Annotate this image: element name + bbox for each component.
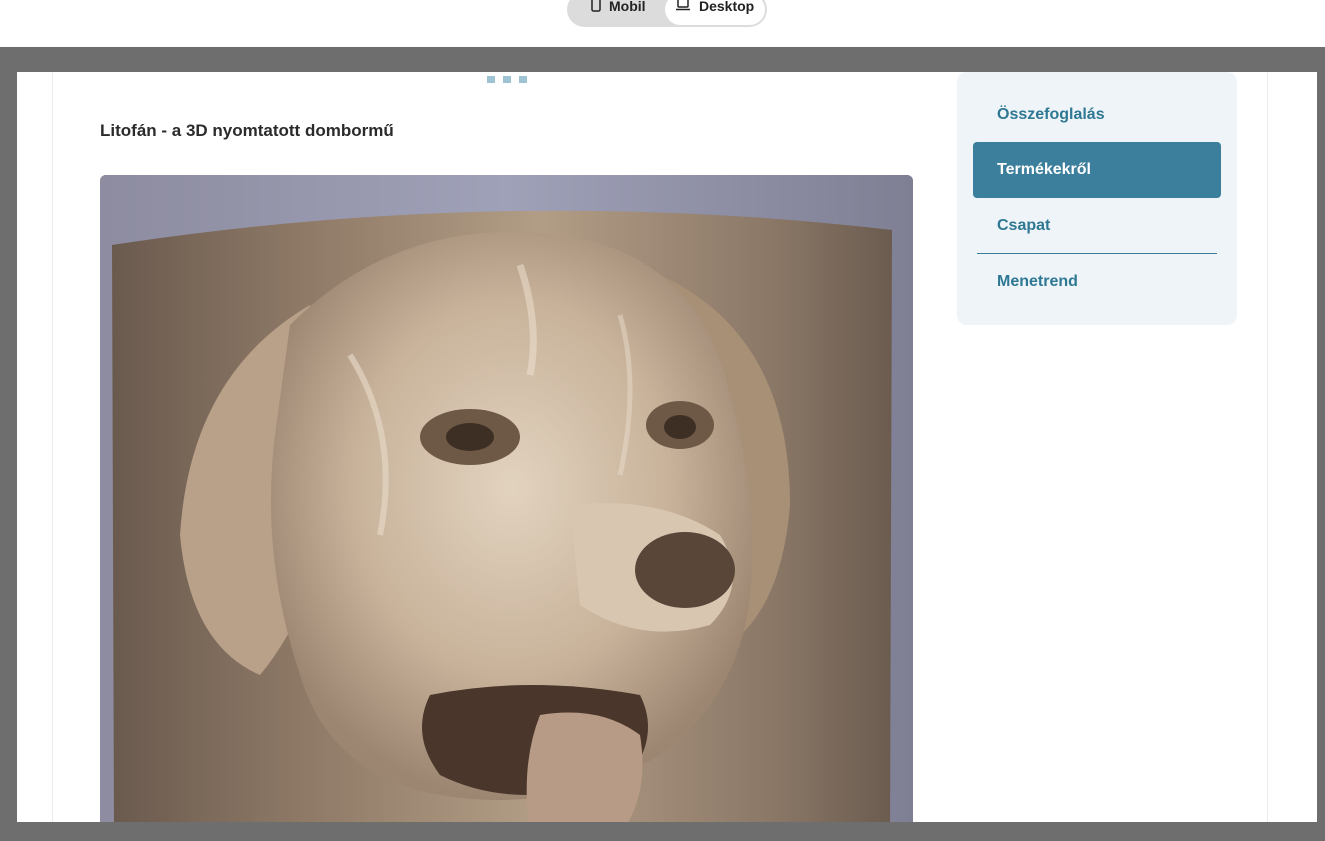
nav-item-label: Termékekről bbox=[997, 161, 1091, 178]
nav-item-label: Összefoglalás bbox=[997, 106, 1105, 123]
nav-item-label: Menetrend bbox=[997, 273, 1078, 290]
device-toggle: Mobil Desktop bbox=[567, 0, 767, 27]
drag-dot bbox=[487, 76, 495, 83]
laptop-icon bbox=[675, 0, 691, 22]
nav-item-termekekrol[interactable]: Termékekről bbox=[973, 142, 1221, 198]
drag-dot bbox=[503, 76, 511, 83]
article-title: Litofán - a 3D nyomtatott dombormű bbox=[100, 121, 394, 140]
desktop-view-button[interactable]: Desktop bbox=[665, 0, 765, 25]
mobile-view-button[interactable]: Mobil bbox=[569, 0, 665, 25]
nav-item-label: Csapat bbox=[997, 217, 1051, 234]
preview-toolbar: Mobil Desktop bbox=[0, 0, 1325, 47]
desktop-view-label: Desktop bbox=[699, 0, 755, 14]
section-nav: Összefoglalás Termékekről Csapat Menetre… bbox=[957, 72, 1237, 325]
nav-item-osszefoglalas[interactable]: Összefoglalás bbox=[973, 87, 1221, 143]
dog-lithophane-photo bbox=[100, 175, 913, 822]
drag-dot bbox=[519, 76, 527, 83]
preview-stage: Litofán - a 3D nyomtatott dombormű Össze… bbox=[0, 47, 1325, 841]
nav-item-menetrend[interactable]: Menetrend bbox=[973, 254, 1221, 310]
phone-icon bbox=[591, 0, 601, 23]
preview-canvas: Litofán - a 3D nyomtatott dombormű Össze… bbox=[17, 72, 1317, 822]
nav-item-csapat[interactable]: Csapat bbox=[973, 198, 1221, 254]
mobile-view-label: Mobil bbox=[609, 0, 646, 14]
dog-lithophane-image bbox=[100, 175, 913, 822]
drag-handle-icon[interactable] bbox=[487, 76, 527, 83]
page-content: Litofán - a 3D nyomtatott dombormű Össze… bbox=[52, 72, 1268, 822]
